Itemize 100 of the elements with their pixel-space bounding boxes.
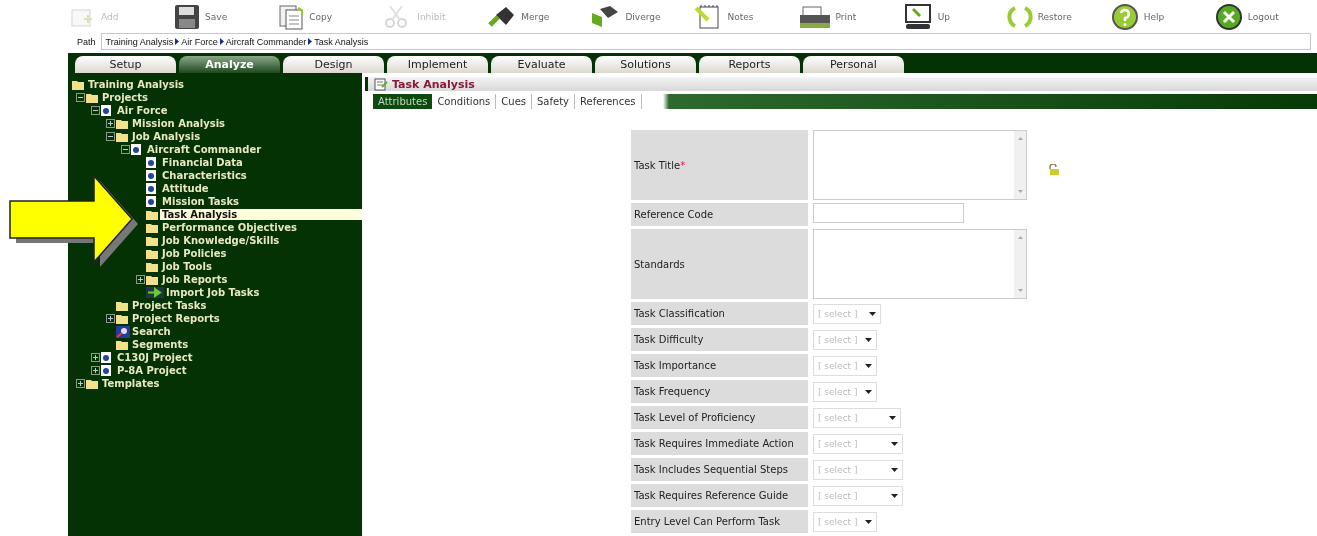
nav-tab[interactable]: Reports	[699, 56, 800, 73]
folder-icon	[116, 118, 128, 129]
field-label: Standards	[631, 229, 808, 299]
tree-item[interactable]: Mission Tasks	[160, 196, 242, 207]
separator-arrow-icon	[219, 38, 224, 45]
toolbar-button[interactable]: Up	[900, 0, 1005, 33]
folder-icon	[116, 339, 128, 350]
expand-icon[interactable]	[106, 119, 115, 128]
nav-tab[interactable]: Setup	[75, 56, 176, 73]
tree-item[interactable]: Templates	[100, 378, 162, 389]
toolbar-button[interactable]: Notes	[692, 0, 797, 33]
toolbar-button[interactable]: Save	[172, 0, 277, 33]
section-tab[interactable]: References	[575, 94, 642, 109]
collapse-icon[interactable]	[91, 106, 100, 115]
field-label: Task Classification	[631, 302, 808, 325]
tree-item[interactable]: Project Reports	[130, 313, 222, 324]
tree-item[interactable]: Aircraft Commander	[145, 144, 264, 155]
close-icon	[1214, 2, 1243, 31]
panel-title: Task Analysis	[392, 77, 475, 91]
breadcrumb-link[interactable]: Air Force	[181, 36, 218, 47]
folder-icon	[116, 131, 128, 142]
nav-tab[interactable]: Evaluate	[491, 56, 592, 73]
expand-icon[interactable]	[91, 353, 100, 362]
tree-item[interactable]: Search	[130, 326, 173, 337]
tree-item[interactable]: C130J Project	[115, 352, 195, 363]
collapse-icon[interactable]	[106, 132, 115, 141]
toolbar-button[interactable]: Merge	[484, 0, 589, 33]
section-tab[interactable]: Cues	[496, 94, 532, 109]
document-icon	[101, 105, 111, 116]
breadcrumb-link[interactable]: Task Analysis	[314, 36, 369, 47]
tree-item[interactable]: Job Tools	[160, 261, 214, 272]
tree-item[interactable]: Attitude	[160, 183, 211, 194]
tree-item[interactable]: P-8A Project	[115, 365, 189, 376]
document-icon	[374, 77, 388, 91]
document-icon	[146, 170, 156, 181]
folder-icon	[146, 222, 158, 233]
expand-icon[interactable]	[106, 314, 115, 323]
folder-icon	[146, 235, 158, 246]
section-tab[interactable]: Attributes	[373, 94, 433, 109]
scroll-down-icon	[1017, 289, 1023, 292]
breadcrumb-link[interactable]: Aircraft Commander	[225, 36, 307, 47]
document-icon	[146, 196, 156, 207]
field-label: Task Includes Sequential Steps	[631, 458, 808, 481]
caret-icon	[891, 467, 898, 472]
folder-icon	[86, 378, 98, 389]
toolbar-button[interactable]: Logout	[1212, 0, 1317, 33]
document-icon	[146, 157, 156, 168]
scroll-up-icon	[1017, 137, 1023, 140]
caret-icon	[865, 519, 872, 524]
tree-item[interactable]: Training Analysis	[86, 79, 187, 90]
tree-item[interactable]: Financial Data	[160, 157, 245, 168]
tree-item[interactable]: Job Analysis	[130, 131, 203, 142]
caret-icon	[891, 441, 898, 446]
tree-item[interactable]: Job Reports	[160, 274, 230, 285]
toolbar-button[interactable]: Restore	[1004, 0, 1109, 33]
separator-arrow-icon	[175, 38, 180, 45]
field-label: Task Difficulty	[631, 328, 808, 351]
folder-icon	[116, 300, 128, 311]
tree-item[interactable]: Segments	[130, 339, 191, 350]
input-field[interactable]	[813, 203, 964, 223]
toolbar-button[interactable]: Copy	[276, 0, 381, 33]
collapse-icon[interactable]	[121, 145, 130, 154]
nav-tab[interactable]: Design	[283, 56, 384, 73]
collapse-icon[interactable]	[76, 93, 85, 102]
scroll-down-icon	[1017, 190, 1023, 193]
nav-tab[interactable]: Analyze	[179, 56, 280, 73]
caret-icon	[869, 311, 876, 316]
folder-icon	[116, 313, 128, 324]
caret-icon	[865, 363, 872, 368]
expand-icon[interactable]	[76, 379, 85, 388]
tree-item[interactable]: Projects	[100, 92, 150, 103]
tree-item[interactable]: Mission Analysis	[130, 118, 228, 129]
tree-item[interactable]: Project Tasks	[130, 300, 209, 311]
toolbar-button[interactable]: Help	[1108, 0, 1213, 33]
caret-icon	[865, 337, 872, 342]
tree-item[interactable]: Import Job Tasks	[164, 287, 262, 298]
expand-icon[interactable]	[91, 366, 100, 375]
nav-tab[interactable]: Solutions	[595, 56, 696, 73]
toolbar-button[interactable]: Diverge	[588, 0, 693, 33]
section-tab[interactable]: Safety	[532, 94, 575, 109]
tree-item[interactable]: Characteristics	[160, 170, 249, 181]
field-label: Entry Level Can Perform Task	[631, 510, 808, 533]
caret-icon	[891, 493, 898, 498]
tree-item[interactable]: Air Force	[115, 105, 170, 116]
caret-icon	[889, 415, 896, 420]
section-tab[interactable]: Conditions	[432, 94, 497, 109]
tree-item[interactable]: Task Analysis	[160, 209, 362, 220]
copy-icon	[278, 3, 305, 30]
tree-item[interactable]: Job Knowledge/Skills	[160, 235, 282, 246]
field-label: Task Frequency	[631, 380, 808, 403]
nav-tab[interactable]: Implement	[387, 56, 488, 73]
breadcrumb-link[interactable]: Training Analysis	[105, 36, 174, 47]
expand-icon[interactable]	[136, 275, 145, 284]
field-label: Reference Code	[631, 203, 808, 226]
tree-item[interactable]: Performance Objectives	[160, 222, 299, 233]
field-label: Task Importance	[631, 354, 808, 377]
nav-tab[interactable]: Personal	[803, 56, 904, 73]
toolbar-button[interactable]: Print	[796, 0, 901, 33]
folder-icon	[86, 92, 98, 103]
tree-item[interactable]: Job Policies	[160, 248, 229, 259]
